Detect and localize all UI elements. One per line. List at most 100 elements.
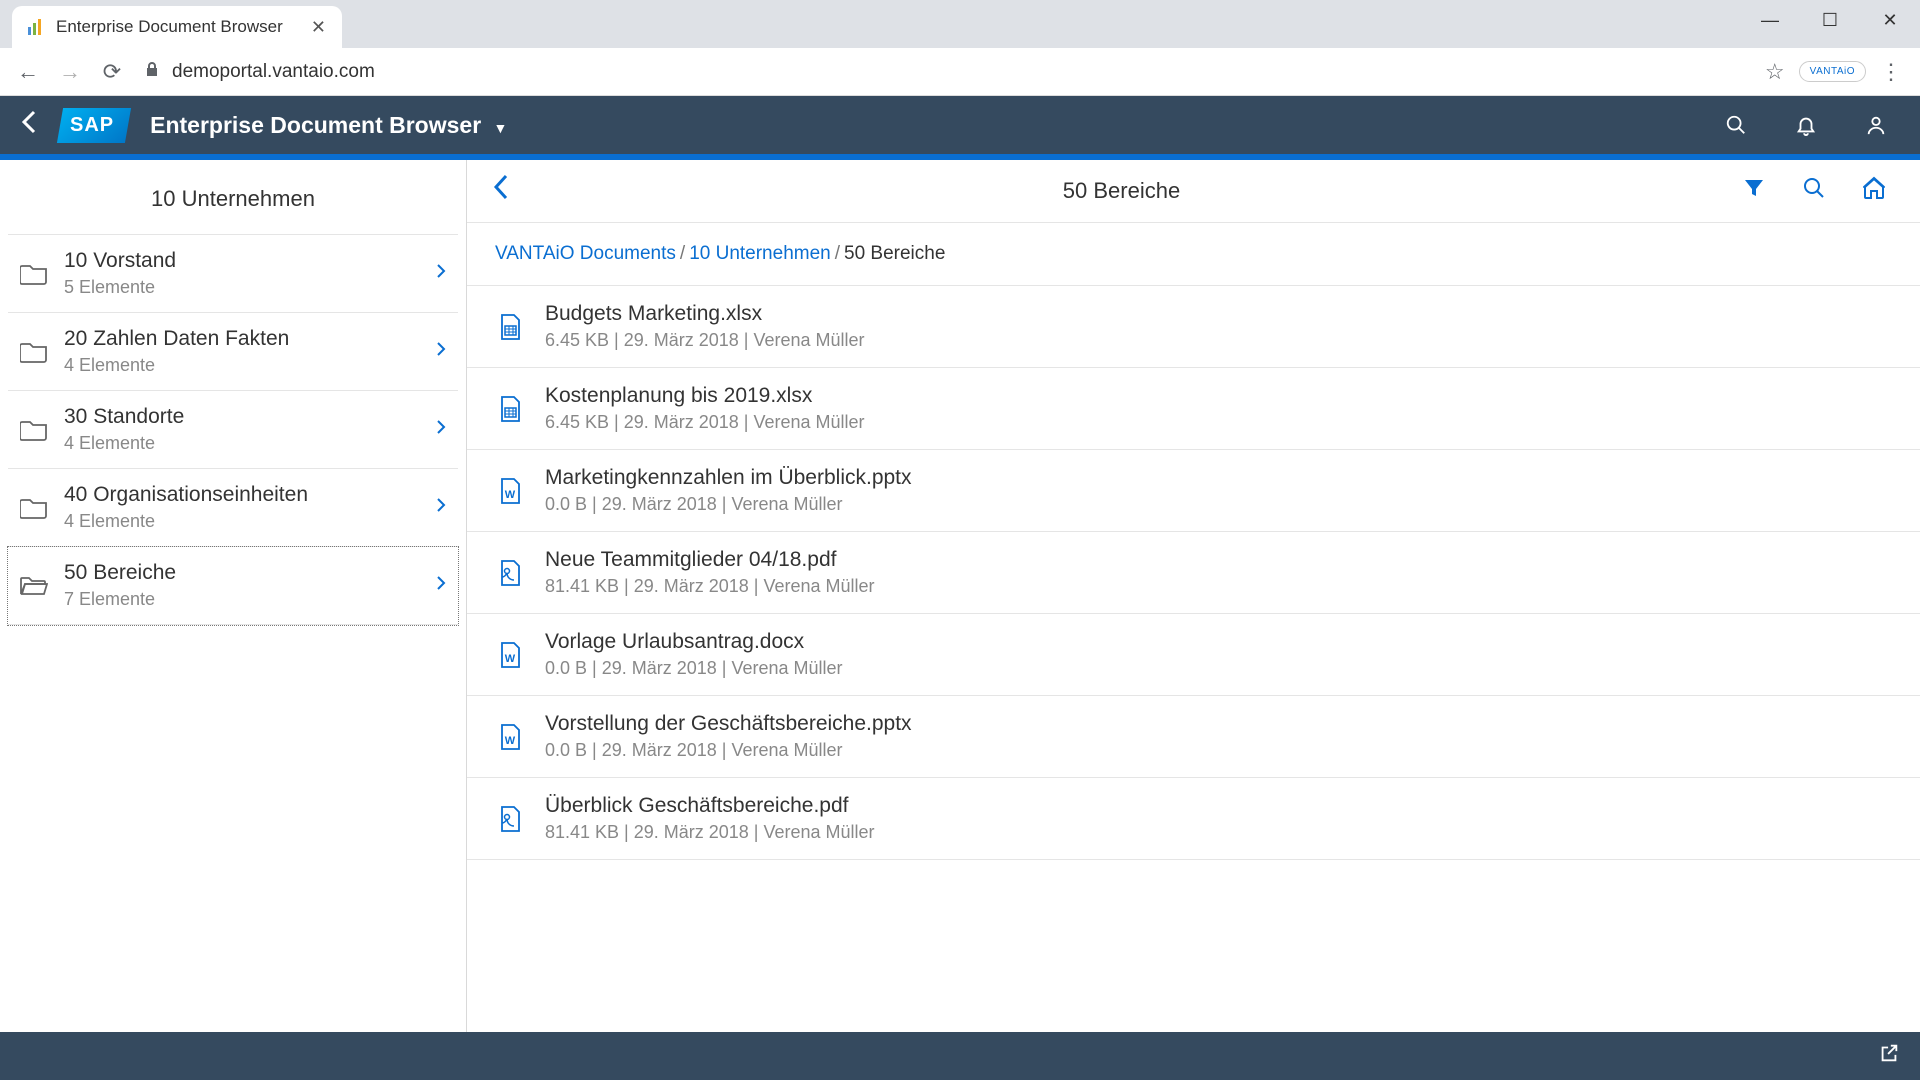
file-type-docx-icon <box>495 640 525 670</box>
file-text: Überblick Geschäftsbereiche.pdf 81.41 KB… <box>545 794 1892 843</box>
shell-title-text: Enterprise Document Browser <box>150 112 481 138</box>
file-item[interactable]: Marketingkennzahlen im Überblick.pptx 0.… <box>467 450 1920 532</box>
file-type-xlsx-icon <box>495 394 525 424</box>
toolbar-right: ☆ VANTAiO ⋮ <box>1765 59 1902 85</box>
shell-back-button[interactable] <box>20 108 38 143</box>
home-icon[interactable] <box>1852 176 1896 207</box>
breadcrumb-link[interactable]: VANTAiO Documents <box>495 243 676 264</box>
browser-reload-button[interactable]: ⟳ <box>96 56 128 88</box>
folder-icon <box>20 341 48 363</box>
content-area: 10 Unternehmen 10 Vorstand 5 Elemente 20… <box>0 160 1920 1032</box>
folder-text: 20 Zahlen Daten Fakten 4 Elemente <box>64 327 420 376</box>
file-text: Kostenplanung bis 2019.xlsx 6.45 KB | 29… <box>545 384 1892 433</box>
sidebar: 10 Unternehmen 10 Vorstand 5 Elemente 20… <box>0 160 467 1032</box>
file-name: Überblick Geschäftsbereiche.pdf <box>545 794 1892 818</box>
file-item[interactable]: Neue Teammitglieder 04/18.pdf 81.41 KB |… <box>467 532 1920 614</box>
browser-menu-icon[interactable]: ⋮ <box>1880 59 1902 85</box>
file-item[interactable]: Überblick Geschäftsbereiche.pdf 81.41 KB… <box>467 778 1920 860</box>
folder-text: 40 Organisationseinheiten 4 Elemente <box>64 483 420 532</box>
sidebar-folder-item[interactable]: 40 Organisationseinheiten 4 Elemente <box>8 469 458 547</box>
folder-name: 30 Standorte <box>64 405 420 429</box>
browser-tab[interactable]: Enterprise Document Browser ✕ <box>12 6 342 48</box>
sidebar-folder-item[interactable]: 50 Bereiche 7 Elemente <box>8 547 458 625</box>
file-meta: 0.0 B | 29. März 2018 | Verena Müller <box>545 494 1892 515</box>
breadcrumb: VANTAiO Documents/10 Unternehmen/50 Bere… <box>467 223 1920 286</box>
browser-forward-button[interactable]: → <box>54 56 86 88</box>
file-name: Budgets Marketing.xlsx <box>545 302 1892 326</box>
main-panel: 50 Bereiche VANTAiO Documents/10 Unterne… <box>467 160 1920 1032</box>
folder-name: 10 Vorstand <box>64 249 420 273</box>
main-back-button[interactable] <box>491 172 511 210</box>
browser-toolbar: ← → ⟳ demoportal.vantaio.com ☆ VANTAiO ⋮ <box>0 48 1920 96</box>
chevron-right-icon <box>436 263 446 284</box>
file-meta: 6.45 KB | 29. März 2018 | Verena Müller <box>545 330 1892 351</box>
bookmark-star-icon[interactable]: ☆ <box>1765 59 1785 85</box>
folder-text: 30 Standorte 4 Elemente <box>64 405 420 454</box>
shell-title[interactable]: Enterprise Document Browser ▼ <box>150 112 507 139</box>
file-type-xlsx-icon <box>495 312 525 342</box>
sidebar-header: 10 Unternehmen <box>8 164 458 235</box>
shell-search-icon[interactable] <box>1712 101 1760 149</box>
folder-count: 4 Elemente <box>64 511 420 532</box>
file-item[interactable]: Kostenplanung bis 2019.xlsx 6.45 KB | 29… <box>467 368 1920 450</box>
breadcrumb-link[interactable]: 10 Unternehmen <box>689 243 831 264</box>
file-name: Vorstellung der Geschäftsbereiche.pptx <box>545 712 1892 736</box>
url-text: demoportal.vantaio.com <box>172 61 375 83</box>
window-close-button[interactable]: ✕ <box>1860 0 1920 40</box>
address-bar[interactable]: demoportal.vantaio.com <box>144 61 1755 83</box>
file-name: Vorlage Urlaubsantrag.docx <box>545 630 1892 654</box>
main-header: 50 Bereiche <box>467 160 1920 223</box>
file-item[interactable]: Vorlage Urlaubsantrag.docx 0.0 B | 29. M… <box>467 614 1920 696</box>
file-text: Vorlage Urlaubsantrag.docx 0.0 B | 29. M… <box>545 630 1892 679</box>
folder-icon <box>20 497 48 519</box>
shell-notifications-icon[interactable] <box>1782 101 1830 149</box>
file-meta: 6.45 KB | 29. März 2018 | Verena Müller <box>545 412 1892 433</box>
window-controls: — ☐ ✕ <box>1740 0 1920 40</box>
browser-chrome: Enterprise Document Browser ✕ — ☐ ✕ ← → … <box>0 0 1920 96</box>
shell-user-icon[interactable] <box>1852 101 1900 149</box>
sidebar-folder-item[interactable]: 20 Zahlen Daten Fakten 4 Elemente <box>8 313 458 391</box>
file-item[interactable]: Vorstellung der Geschäftsbereiche.pptx 0… <box>467 696 1920 778</box>
footer <box>0 1032 1920 1080</box>
chevron-right-icon <box>436 575 446 596</box>
file-type-pptx-icon <box>495 722 525 752</box>
filter-icon[interactable] <box>1732 176 1776 207</box>
chevron-right-icon <box>436 497 446 518</box>
file-meta: 81.41 KB | 29. März 2018 | Verena Müller <box>545 822 1892 843</box>
search-icon[interactable] <box>1792 176 1836 207</box>
file-name: Neue Teammitglieder 04/18.pdf <box>545 548 1892 572</box>
vantaio-extension-badge[interactable]: VANTAiO <box>1799 61 1866 82</box>
window-maximize-button[interactable]: ☐ <box>1800 0 1860 40</box>
file-meta: 81.41 KB | 29. März 2018 | Verena Müller <box>545 576 1892 597</box>
folder-count: 7 Elemente <box>64 589 420 610</box>
chevron-down-icon: ▼ <box>494 120 508 136</box>
file-name: Marketingkennzahlen im Überblick.pptx <box>545 466 1892 490</box>
sap-logo[interactable]: SAP <box>57 108 131 143</box>
file-type-pdf-icon <box>495 558 525 588</box>
tab-close-icon[interactable]: ✕ <box>311 17 326 38</box>
folder-text: 50 Bereiche 7 Elemente <box>64 561 420 610</box>
file-meta: 0.0 B | 29. März 2018 | Verena Müller <box>545 740 1892 761</box>
breadcrumb-current: 50 Bereiche <box>844 243 945 264</box>
folder-name: 50 Bereiche <box>64 561 420 585</box>
sidebar-folder-item[interactable]: 10 Vorstand 5 Elemente <box>8 235 458 313</box>
chevron-right-icon <box>436 419 446 440</box>
folder-count: 4 Elemente <box>64 433 420 454</box>
share-icon[interactable] <box>1878 1042 1900 1070</box>
folder-open-icon <box>20 575 48 597</box>
folder-icon <box>20 263 48 285</box>
file-item[interactable]: Budgets Marketing.xlsx 6.45 KB | 29. Mär… <box>467 286 1920 368</box>
folder-count: 5 Elemente <box>64 277 420 298</box>
folder-text: 10 Vorstand 5 Elemente <box>64 249 420 298</box>
breadcrumb-separator: / <box>680 243 685 264</box>
tab-favicon <box>26 17 46 37</box>
folder-name: 20 Zahlen Daten Fakten <box>64 327 420 351</box>
chevron-right-icon <box>436 341 446 362</box>
sidebar-folder-item[interactable]: 30 Standorte 4 Elemente <box>8 391 458 469</box>
file-text: Vorstellung der Geschäftsbereiche.pptx 0… <box>545 712 1892 761</box>
window-minimize-button[interactable]: — <box>1740 0 1800 40</box>
shell-header: SAP Enterprise Document Browser ▼ <box>0 96 1920 154</box>
file-name: Kostenplanung bis 2019.xlsx <box>545 384 1892 408</box>
file-type-pdf-icon <box>495 804 525 834</box>
browser-back-button[interactable]: ← <box>12 56 44 88</box>
